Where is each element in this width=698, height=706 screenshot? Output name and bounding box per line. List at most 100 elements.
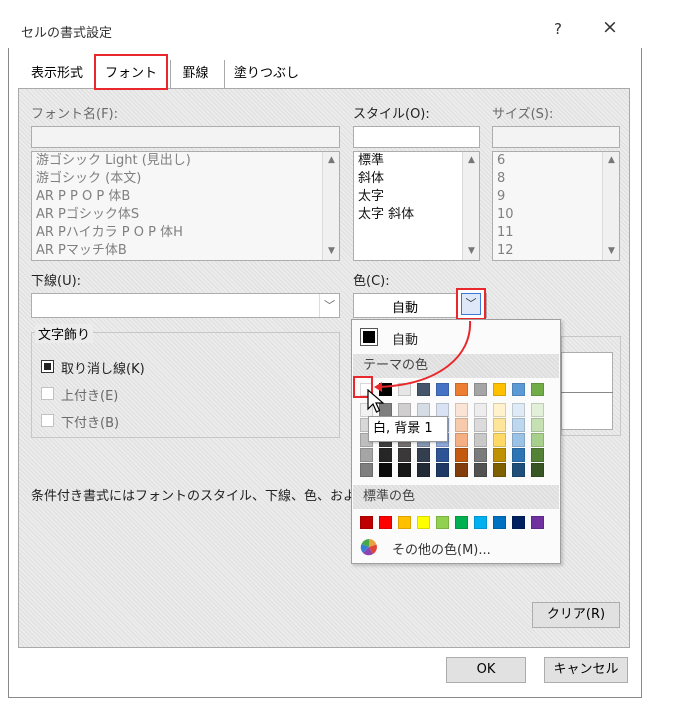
theme-shade-swatch[interactable] xyxy=(417,403,430,417)
scroll-up-icon[interactable]: ▲ xyxy=(463,152,479,169)
theme-shade-swatch[interactable] xyxy=(474,433,487,447)
theme-shade-swatch[interactable] xyxy=(474,448,487,462)
tab-font[interactable]: フォント xyxy=(94,54,168,90)
scrollbar[interactable]: ▲ ▼ xyxy=(322,152,339,260)
theme-shade-swatch[interactable] xyxy=(379,448,392,462)
theme-shade-swatch[interactable] xyxy=(512,403,525,417)
size-list[interactable]: 6 8 9 10 11 12 ▲ ▼ xyxy=(492,151,620,261)
list-item[interactable]: AR Pハイカラ P O P 体H xyxy=(32,224,339,242)
close-button[interactable]: × xyxy=(602,16,618,38)
theme-shade-swatch[interactable] xyxy=(455,463,468,477)
theme-shade-swatch[interactable] xyxy=(531,403,544,417)
cancel-button[interactable]: キャンセル xyxy=(544,657,628,683)
ok-button[interactable]: OK xyxy=(446,657,526,683)
underline-select[interactable]: ﹀ xyxy=(31,293,340,318)
list-item[interactable]: 6 xyxy=(493,152,619,170)
list-item[interactable]: 8 xyxy=(493,170,619,188)
chevron-down-icon[interactable]: ﹀ xyxy=(461,293,481,315)
theme-shade-swatch[interactable] xyxy=(531,463,544,477)
scroll-down-icon[interactable]: ▼ xyxy=(603,243,619,260)
theme-shade-swatch[interactable] xyxy=(493,448,506,462)
theme-shade-swatch[interactable] xyxy=(436,448,449,462)
theme-shade-swatch[interactable] xyxy=(417,448,430,462)
standard-color-swatch[interactable] xyxy=(512,516,525,529)
list-item[interactable]: 游ゴシック (本文) xyxy=(32,170,339,188)
tab-fill[interactable]: 塗りつぶし xyxy=(224,60,308,88)
font-name-input[interactable] xyxy=(31,126,340,148)
theme-shade-swatch[interactable] xyxy=(512,433,525,447)
theme-shade-swatch[interactable] xyxy=(360,463,373,477)
standard-color-swatch[interactable] xyxy=(360,516,373,529)
theme-shade-swatch[interactable] xyxy=(512,418,525,432)
theme-shade-swatch[interactable] xyxy=(398,448,411,462)
help-button[interactable]: ? xyxy=(554,20,562,38)
size-input[interactable] xyxy=(492,126,620,148)
list-item[interactable]: 斜体 xyxy=(354,170,479,188)
theme-shade-swatch[interactable] xyxy=(398,403,411,417)
scroll-down-icon[interactable]: ▼ xyxy=(323,243,339,260)
theme-shade-swatch[interactable] xyxy=(455,433,468,447)
standard-color-swatch[interactable] xyxy=(379,516,392,529)
scroll-up-icon[interactable]: ▲ xyxy=(603,152,619,169)
theme-shade-swatch[interactable] xyxy=(455,448,468,462)
font-name-list[interactable]: 游ゴシック Light (見出し) 游ゴシック (本文) AR P P O P … xyxy=(31,151,340,261)
superscript-checkbox[interactable] xyxy=(41,387,54,400)
list-item[interactable]: 9 xyxy=(493,188,619,206)
standard-color-swatch[interactable] xyxy=(455,516,468,529)
theme-color-swatch[interactable] xyxy=(531,383,544,396)
theme-shade-swatch[interactable] xyxy=(512,448,525,462)
tab-border[interactable]: 罫線 xyxy=(170,60,220,88)
theme-shade-swatch[interactable] xyxy=(436,463,449,477)
theme-color-swatch[interactable] xyxy=(512,383,525,396)
strikethrough-checkbox[interactable] xyxy=(41,360,54,373)
superscript-label[interactable]: 上付き(E) xyxy=(61,385,118,404)
scrollbar[interactable]: ▲ ▼ xyxy=(602,152,619,260)
standard-color-swatch[interactable] xyxy=(474,516,487,529)
theme-shade-swatch[interactable] xyxy=(474,418,487,432)
scrollbar[interactable]: ▲ ▼ xyxy=(462,152,479,260)
list-item[interactable]: AR P P O P 体B xyxy=(32,188,339,206)
list-item[interactable]: AR Pゴシック体S xyxy=(32,206,339,224)
subscript-checkbox[interactable] xyxy=(41,414,54,427)
clear-button[interactable]: クリア(R) xyxy=(532,602,620,628)
style-input[interactable] xyxy=(353,126,480,148)
theme-shade-swatch[interactable] xyxy=(531,418,544,432)
theme-shade-swatch[interactable] xyxy=(360,448,373,462)
standard-color-swatch[interactable] xyxy=(398,516,411,529)
list-item[interactable]: 太字 斜体 xyxy=(354,206,479,224)
subscript-label[interactable]: 下付き(B) xyxy=(61,412,119,431)
tab-number-format[interactable]: 表示形式 xyxy=(22,60,92,88)
theme-shade-swatch[interactable] xyxy=(512,463,525,477)
standard-color-swatch[interactable] xyxy=(436,516,449,529)
scroll-up-icon[interactable]: ▲ xyxy=(323,152,339,169)
more-colors-link[interactable]: その他の色(M)... xyxy=(392,539,491,558)
theme-shade-swatch[interactable] xyxy=(531,448,544,462)
list-item[interactable]: 標準 xyxy=(354,152,479,170)
list-item[interactable]: AR Pマッチ体B xyxy=(32,242,339,260)
list-item[interactable]: 游ゴシック Light (見出し) xyxy=(32,152,339,170)
chevron-down-icon[interactable]: ﹀ xyxy=(319,294,339,317)
list-item[interactable]: 太字 xyxy=(354,188,479,206)
theme-shade-swatch[interactable] xyxy=(455,418,468,432)
theme-shade-swatch[interactable] xyxy=(493,403,506,417)
standard-color-swatch[interactable] xyxy=(417,516,430,529)
standard-color-swatch[interactable] xyxy=(493,516,506,529)
scroll-down-icon[interactable]: ▼ xyxy=(463,243,479,260)
theme-shade-swatch[interactable] xyxy=(436,403,449,417)
theme-shade-swatch[interactable] xyxy=(455,403,468,417)
theme-shade-swatch[interactable] xyxy=(493,463,506,477)
standard-color-swatch[interactable] xyxy=(531,516,544,529)
theme-shade-swatch[interactable] xyxy=(379,463,392,477)
list-item[interactable]: 11 xyxy=(493,224,619,242)
theme-shade-swatch[interactable] xyxy=(398,463,411,477)
theme-color-swatch[interactable] xyxy=(493,383,506,396)
style-list[interactable]: 標準 斜体 太字 太字 斜体 ▲ ▼ xyxy=(353,151,480,261)
theme-shade-swatch[interactable] xyxy=(493,433,506,447)
theme-shade-swatch[interactable] xyxy=(474,463,487,477)
strikethrough-label[interactable]: 取り消し線(K) xyxy=(61,358,145,377)
theme-shade-swatch[interactable] xyxy=(493,418,506,432)
theme-shade-swatch[interactable] xyxy=(474,403,487,417)
list-item[interactable]: 10 xyxy=(493,206,619,224)
list-item[interactable]: 12 xyxy=(493,242,619,260)
theme-shade-swatch[interactable] xyxy=(531,433,544,447)
